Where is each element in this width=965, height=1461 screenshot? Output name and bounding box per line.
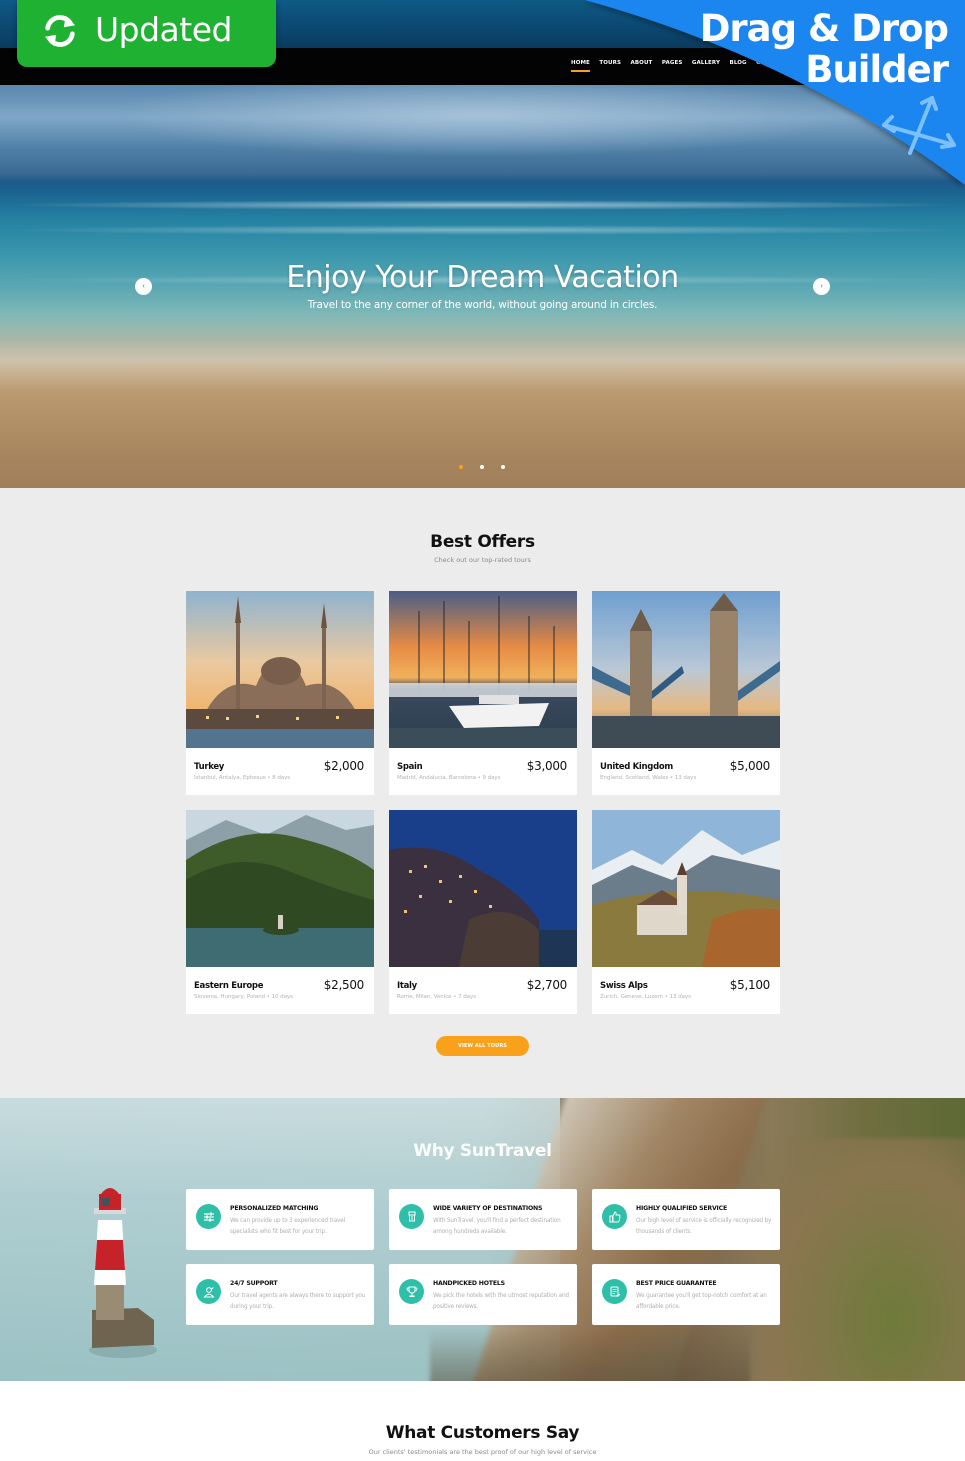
tour-name: United Kingdom [600,762,673,772]
slider-dot-1[interactable] [459,465,463,469]
slider-dot-3[interactable] [501,465,505,469]
nav-pages[interactable]: PAGES [662,60,683,66]
nav-about[interactable]: ABOUT [631,60,653,66]
tour-desc: Rome, Milan, Venice • 7 days [397,994,477,1000]
tour-name: Italy [397,981,417,991]
feature-card-best-price: BEST PRICE GUARANTEE We guarantee you'll… [592,1264,780,1325]
feature-title: PERSONALIZED MATCHING [230,1205,319,1212]
feature-card-handpicked-hotels: HANDPICKED HOTELS We pick the hotels wit… [389,1264,577,1325]
nav-home[interactable]: HOME [571,60,590,72]
hero-foam [0,340,965,390]
tour-name: Spain [397,762,423,772]
builder-label: Drag & Drop Builder [699,7,949,91]
tour-image-spain [389,591,577,748]
tour-card-italy[interactable]: Italy Rome, Milan, Venice • 7 days $2,70… [389,810,577,1014]
move-arrows-icon [882,96,956,155]
feature-desc: We guarantee you'll get top-notch comfor… [636,1293,767,1310]
tour-card-united-kingdom[interactable]: United Kingdom England, Scotland, Wales … [592,591,780,795]
feature-desc: Our travel agents are always there to su… [230,1293,366,1310]
chevron-right-icon: › [820,283,823,290]
tour-card-swiss-alps[interactable]: Swiss Alps Zurich, Geneve, Luzern • 13 d… [592,810,780,1014]
view-all-tours-button[interactable]: VIEW ALL TOURS [436,1036,529,1056]
tour-image-swiss-alps [592,810,780,967]
tour-price: $2,500 [323,978,365,992]
hero-subtitle: Travel to the any corner of the world, w… [307,299,658,311]
thumbs-up-icon [602,1204,627,1229]
slider-prev-button[interactable]: ‹ [135,278,152,295]
feature-desc: We pick the hotels with the utmost reput… [433,1293,569,1310]
feature-card-personalized-matching: PERSONALIZED MATCHING We can provide up … [186,1189,374,1250]
rocks-background [430,1328,750,1381]
slider-dots [459,465,505,469]
feature-desc: We can provide up to 3 experienced trave… [230,1218,346,1235]
tour-image-united-kingdom [592,591,780,748]
testimonials-title: What Customers Say [385,1423,580,1443]
hero-slider: Enjoy Your Dream Vacation Travel to the … [0,85,965,488]
feature-title: WIDE VARIETY OF DESTINATIONS [433,1205,543,1212]
chevron-left-icon: ‹ [142,283,145,290]
tour-card-spain[interactable]: Spain Madrid, Andalucia, Barcelona • 9 d… [389,591,577,795]
feature-title: HANDPICKED HOTELS [433,1280,505,1287]
trophy-icon [399,1279,424,1304]
map-marker-icon [399,1204,424,1229]
tour-price: $5,000 [729,759,771,773]
testimonials-subtitle: Our clients' testimonials are the best p… [368,1448,597,1456]
testimonials-section: What Customers Say Our clients' testimon… [0,1381,965,1461]
tour-name: Eastern Europe [194,981,264,991]
tour-name: Turkey [194,762,225,772]
updated-label: Updated [95,10,232,49]
feature-card-qualified-service: HIGHLY QUALIFIED SERVICE Our high level … [592,1189,780,1250]
tour-desc: England, Scotland, Wales • 13 days [600,775,697,781]
best-offers-section: Best Offers Check out our top-rated tour… [0,488,965,1098]
tour-image-turkey [186,591,374,748]
tour-price: $2,000 [323,759,365,773]
slider-dot-2[interactable] [480,465,484,469]
tour-desc: Slovenia, Hungary, Poland • 10 days [194,994,293,1000]
tour-desc: Zurich, Geneve, Luzern • 13 days [600,994,691,1000]
refresh-icon [44,15,76,47]
tour-price: $3,000 [526,759,568,773]
grass-background [760,1138,965,1381]
builder-line-1: Drag & Drop [699,7,949,50]
feature-title: BEST PRICE GUARANTEE [636,1280,717,1287]
tour-image-italy [389,810,577,967]
builder-line-2: Builder [805,48,949,91]
support-agent-icon [196,1279,221,1304]
offers-title: Best Offers [430,532,535,552]
hero-wave [0,200,965,210]
lighthouse-image [89,1188,157,1358]
tour-price: $5,100 [729,978,771,992]
feature-card-support: 24/7 SUPPORT Our travel agents are alway… [186,1264,374,1325]
why-title: Why SunTravel [413,1141,552,1161]
feature-desc: Our high level of service is officially … [636,1218,772,1235]
feature-title: 24/7 SUPPORT [230,1280,278,1287]
feature-desc: With SunTravel, you'll find a perfect de… [433,1218,561,1235]
price-check-icon [602,1279,627,1304]
tour-desc: Istanbul, Antalya, Ephesus • 8 days [194,775,291,781]
tour-price: $2,700 [526,978,568,992]
sliders-icon [196,1204,221,1229]
updated-badge: Updated [17,0,276,67]
tour-card-eastern-europe[interactable]: Eastern Europe Slovenia, Hungary, Poland… [186,810,374,1014]
slider-next-button[interactable]: › [813,278,830,295]
offers-subtitle: Check out our top-rated tours [434,556,531,564]
tour-name: Swiss Alps [600,981,648,991]
feature-title: HIGHLY QUALIFIED SERVICE [636,1205,728,1212]
page: HOME TOURS ABOUT PAGES GALLERY BLOG CO E… [0,0,965,1461]
nav-tours[interactable]: TOURS [599,60,621,66]
tour-image-eastern-europe [186,810,374,967]
tour-desc: Madrid, Andalucia, Barcelona • 9 days [397,775,501,781]
feature-card-wide-variety: WIDE VARIETY OF DESTINATIONS With SunTra… [389,1189,577,1250]
hero-wave [0,225,965,235]
tour-card-turkey[interactable]: Turkey Istanbul, Antalya, Ephesus • 8 da… [186,591,374,795]
